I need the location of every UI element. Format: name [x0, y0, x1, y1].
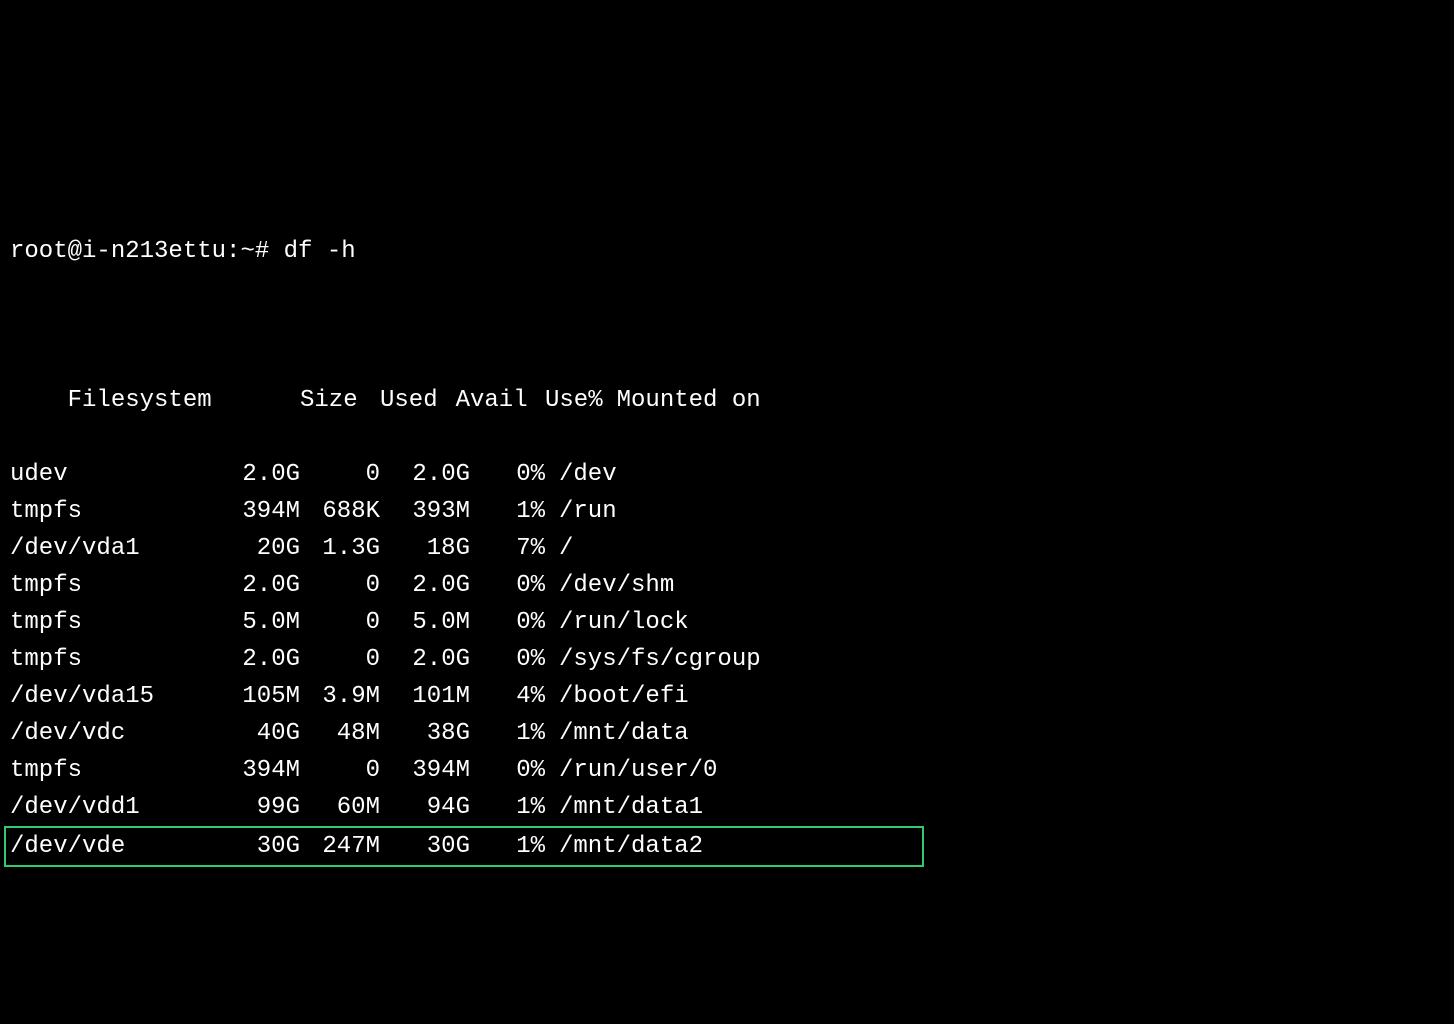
cell-use-percent: 0%: [470, 567, 545, 604]
header-size: Size: [278, 382, 358, 419]
cell-mount: /boot/efi: [545, 678, 689, 715]
cell-used: 0: [300, 567, 380, 604]
cell-mount: /dev: [545, 456, 617, 493]
cell-size: 5.0M: [220, 604, 300, 641]
table-row: tmpfs5.0M05.0M0%/run/lock: [10, 604, 1444, 641]
header-used: Used: [358, 382, 438, 419]
cell-mount: /run: [545, 493, 617, 530]
cell-use-percent: 0%: [470, 752, 545, 789]
cell-use-percent: 1%: [470, 828, 545, 865]
cell-filesystem: tmpfs: [10, 641, 220, 678]
highlighted-row: /dev/vde30G247M30G1%/mnt/data2: [4, 826, 924, 867]
cell-avail: 2.0G: [380, 456, 470, 493]
header-use-percent: Use%: [528, 382, 603, 419]
cell-filesystem: /dev/vdd1: [10, 789, 220, 826]
cell-mount: /: [545, 530, 573, 567]
cell-size: 105M: [220, 678, 300, 715]
cell-used: 0: [300, 752, 380, 789]
cell-avail: 38G: [380, 715, 470, 752]
cell-mount: /mnt/data: [545, 715, 689, 752]
cell-used: 3.9M: [300, 678, 380, 715]
cell-filesystem: tmpfs: [10, 567, 220, 604]
table-row: /dev/vde30G247M30G1%/mnt/data2: [10, 826, 1444, 863]
shell-prompt: root@i-n213ettu:~#: [10, 233, 269, 270]
cell-used: 247M: [300, 828, 380, 865]
cell-filesystem: /dev/vde: [10, 828, 220, 865]
cell-size: 99G: [220, 789, 300, 826]
command-text: df -h: [284, 233, 356, 270]
cell-filesystem: tmpfs: [10, 752, 220, 789]
cell-avail: 18G: [380, 530, 470, 567]
table-header-row: FilesystemSizeUsedAvailUse%Mounted on: [10, 345, 1444, 382]
cell-mount: /dev/shm: [545, 567, 674, 604]
cell-size: 20G: [220, 530, 300, 567]
cell-avail: 393M: [380, 493, 470, 530]
cell-avail: 2.0G: [380, 641, 470, 678]
cell-avail: 5.0M: [380, 604, 470, 641]
cell-used: 0: [300, 641, 380, 678]
cell-use-percent: 0%: [470, 456, 545, 493]
cell-avail: 394M: [380, 752, 470, 789]
cell-used: 48M: [300, 715, 380, 752]
table-row: tmpfs394M688K393M1%/run: [10, 493, 1444, 530]
terminal-output: root@i-n213ettu:~# df -h FilesystemSizeU…: [10, 159, 1444, 900]
cell-filesystem: udev: [10, 456, 220, 493]
table-row: tmpfs2.0G02.0G0%/sys/fs/cgroup: [10, 641, 1444, 678]
cell-use-percent: 1%: [470, 493, 545, 530]
cell-avail: 2.0G: [380, 567, 470, 604]
header-mounted-on: Mounted on: [603, 382, 761, 419]
cell-size: 394M: [220, 752, 300, 789]
cell-size: 394M: [220, 493, 300, 530]
cell-filesystem: tmpfs: [10, 604, 220, 641]
cell-size: 30G: [220, 828, 300, 865]
cell-avail: 30G: [380, 828, 470, 865]
header-filesystem: Filesystem: [68, 382, 278, 419]
cell-used: 1.3G: [300, 530, 380, 567]
cell-use-percent: 7%: [470, 530, 545, 567]
table-row: /dev/vdc40G48M38G1%/mnt/data: [10, 715, 1444, 752]
cell-used: 0: [300, 604, 380, 641]
cell-use-percent: 1%: [470, 789, 545, 826]
command-line: root@i-n213ettu:~# df -h: [10, 233, 1444, 270]
header-avail: Avail: [438, 382, 528, 419]
cell-filesystem: /dev/vda1: [10, 530, 220, 567]
cell-filesystem: /dev/vdc: [10, 715, 220, 752]
cell-use-percent: 0%: [470, 641, 545, 678]
table-row: /dev/vda15105M3.9M101M4%/boot/efi: [10, 678, 1444, 715]
cell-mount: /sys/fs/cgroup: [545, 641, 761, 678]
cell-size: 2.0G: [220, 641, 300, 678]
cell-used: 0: [300, 456, 380, 493]
cell-size: 2.0G: [220, 567, 300, 604]
table-row: /dev/vda120G1.3G18G7%/: [10, 530, 1444, 567]
table-row: udev2.0G02.0G0%/dev: [10, 456, 1444, 493]
cell-size: 2.0G: [220, 456, 300, 493]
table-row: tmpfs2.0G02.0G0%/dev/shm: [10, 567, 1444, 604]
cell-mount: /mnt/data2: [545, 828, 703, 865]
cell-use-percent: 4%: [470, 678, 545, 715]
cell-filesystem: tmpfs: [10, 493, 220, 530]
cell-mount: /run/lock: [545, 604, 689, 641]
cell-avail: 94G: [380, 789, 470, 826]
cell-mount: /mnt/data1: [545, 789, 703, 826]
cell-size: 40G: [220, 715, 300, 752]
cell-use-percent: 0%: [470, 604, 545, 641]
table-row: tmpfs394M0394M0%/run/user/0: [10, 752, 1444, 789]
cell-used: 688K: [300, 493, 380, 530]
table-row: /dev/vdd199G60M94G1%/mnt/data1: [10, 789, 1444, 826]
cell-avail: 101M: [380, 678, 470, 715]
cell-use-percent: 1%: [470, 715, 545, 752]
cell-filesystem: /dev/vda15: [10, 678, 220, 715]
cell-mount: /run/user/0: [545, 752, 717, 789]
cell-used: 60M: [300, 789, 380, 826]
